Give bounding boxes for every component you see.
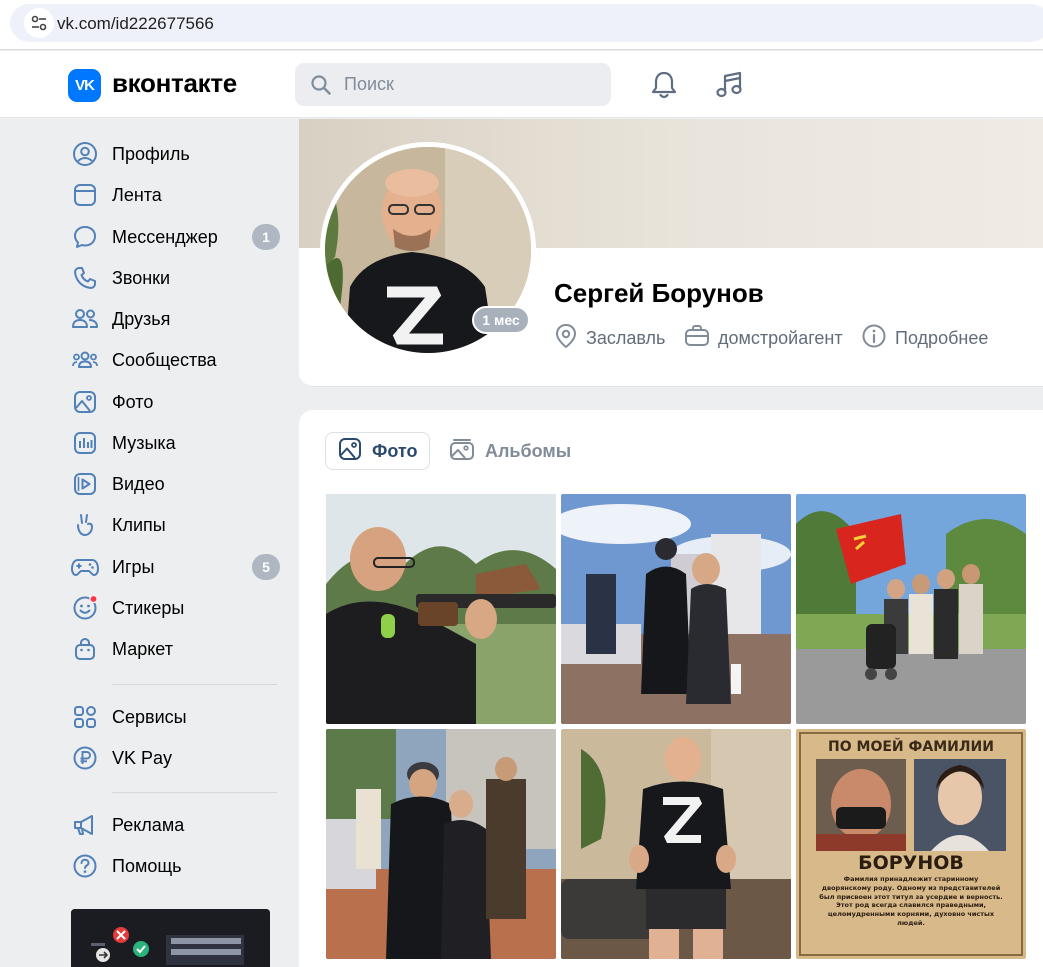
notifications-bell-icon[interactable] [648, 69, 680, 101]
unread-count-badge: 1 [252, 224, 280, 250]
sidebar-item-friends[interactable]: Друзья [68, 301, 286, 337]
sidebar-item-label: Реклама [112, 814, 185, 835]
vk-logo-icon[interactable]: VK [68, 69, 101, 102]
message-icon [68, 220, 102, 254]
photo-thumbnail[interactable] [561, 729, 791, 959]
sidebar-divider [112, 792, 277, 793]
search-input[interactable] [344, 63, 594, 106]
search-box[interactable] [295, 63, 611, 106]
sidebar-item-communities[interactable]: Сообщества [68, 342, 286, 378]
sidebar-item-video[interactable]: Видео [68, 466, 286, 502]
groups-icon [68, 343, 102, 377]
sidebar-item-label: Сообщества [112, 349, 217, 370]
left-sidebar: Профиль Лента Мессенджер 1 Звонки Друзья… [0, 119, 298, 967]
avatar-age-badge: 1 мес [472, 306, 530, 334]
url-field[interactable]: vk.com/id222677566 [10, 4, 1043, 42]
sidebar-item-ads[interactable]: Реклама [68, 807, 286, 843]
poster-surname: БОРУНОВ [858, 852, 964, 874]
url-text[interactable]: vk.com/id222677566 [57, 14, 214, 34]
more-label: Подробнее [895, 327, 989, 348]
profile-work[interactable]: домстройагент [684, 324, 843, 352]
sidebar-item-label: Профиль [112, 143, 190, 164]
sidebar-item-label: Помощь [112, 855, 182, 876]
music-player-icon[interactable] [713, 69, 745, 101]
megaphone-icon [68, 808, 102, 842]
tab-label: Фото [372, 440, 418, 461]
sidebar-item-label: Лента [112, 184, 162, 205]
vk-logo-text[interactable]: вконтакте [112, 68, 237, 99]
sidebar-divider [112, 684, 277, 685]
photo-icon [68, 385, 102, 419]
sidebar-item-photos[interactable]: Фото [68, 384, 286, 420]
photos-section: Фото Альбомы ПО МОЕЙ ФАМИЛИИ БОРУНОВ Фам… [299, 410, 1043, 967]
sidebar-item-market[interactable]: Маркет [68, 631, 286, 667]
sidebar-item-messenger[interactable]: Мессенджер 1 [68, 219, 286, 255]
clips-icon [68, 508, 102, 542]
city-label: Заславль [586, 327, 666, 348]
profile-city[interactable]: Заславль [554, 323, 666, 354]
sidebar-item-games[interactable]: Игры 5 [68, 549, 286, 585]
gamepad-icon [68, 550, 102, 584]
photo-icon [338, 437, 362, 466]
video-icon [68, 467, 102, 501]
sidebar-item-label: Музыка [112, 432, 176, 453]
sidebar-item-newsfeed[interactable]: Лента [68, 177, 286, 213]
photo-thumbnail-poster[interactable]: ПО МОЕЙ ФАМИЛИИ БОРУНОВ Фамилия принадле… [796, 729, 1026, 959]
help-icon [68, 849, 102, 883]
poster-text: Фамилия принадлежит старинному дворянско… [819, 875, 1003, 927]
vkpay-icon [68, 741, 102, 775]
photo-thumbnail[interactable] [796, 494, 1026, 724]
sidebar-item-label: Мессенджер [112, 226, 218, 247]
sidebar-item-label: Маркет [112, 638, 173, 659]
search-icon [310, 74, 332, 101]
sidebar-item-services[interactable]: Сервисы [68, 699, 286, 735]
profile-more-info[interactable]: Подробнее [861, 324, 988, 352]
vk-header: VK вконтакте [0, 51, 1043, 118]
sidebar-item-help[interactable]: Помощь [68, 848, 286, 884]
browser-address-bar: vk.com/id222677566 [0, 0, 1043, 50]
sticker-icon [68, 591, 102, 625]
promo-banner[interactable] [71, 909, 270, 967]
tab-label: Альбомы [485, 440, 572, 461]
poster-heading: ПО МОЕЙ ФАМИЛИИ [828, 738, 994, 755]
site-info-icon[interactable] [24, 8, 54, 38]
sidebar-item-label: Игры [112, 556, 155, 577]
friends-icon [68, 302, 102, 336]
sidebar-item-label: Стикеры [112, 597, 185, 618]
photo-thumbnail[interactable] [326, 494, 556, 724]
sidebar-item-label: Фото [112, 391, 154, 412]
sidebar-item-label: Сервисы [112, 706, 187, 727]
albums-icon [449, 437, 475, 466]
sidebar-item-profile[interactable]: Профиль [68, 136, 286, 172]
user-circle-icon [68, 137, 102, 171]
phone-icon [68, 261, 102, 295]
briefcase-icon [684, 324, 710, 353]
tab-albums[interactable]: Альбомы [437, 432, 583, 470]
sidebar-item-calls[interactable]: Звонки [68, 260, 286, 296]
sidebar-item-label: Видео [112, 473, 165, 494]
services-icon [68, 700, 102, 734]
photo-thumbnail[interactable] [561, 494, 791, 724]
location-pin-icon [554, 323, 578, 354]
newsfeed-icon [68, 178, 102, 212]
sidebar-item-vkpay[interactable]: VK Pay [68, 740, 286, 776]
photo-thumbnail[interactable] [326, 729, 556, 959]
sidebar-item-label: Друзья [112, 308, 171, 329]
info-circle-icon [861, 323, 887, 354]
sidebar-item-clips[interactable]: Клипы [68, 507, 286, 543]
games-count-badge: 5 [252, 554, 280, 580]
sidebar-item-stickers[interactable]: Стикеры [68, 590, 286, 626]
market-icon [68, 632, 102, 666]
work-label: домстройагент [718, 327, 843, 348]
sidebar-item-music[interactable]: Музыка [68, 425, 286, 461]
sidebar-item-label: Звонки [112, 267, 171, 288]
sidebar-item-label: Клипы [112, 514, 166, 535]
sidebar-item-label: VK Pay [112, 747, 173, 768]
tab-photos[interactable]: Фото [325, 432, 431, 470]
profile-name: Сергей Борунов [554, 278, 764, 308]
music-icon [68, 426, 102, 460]
